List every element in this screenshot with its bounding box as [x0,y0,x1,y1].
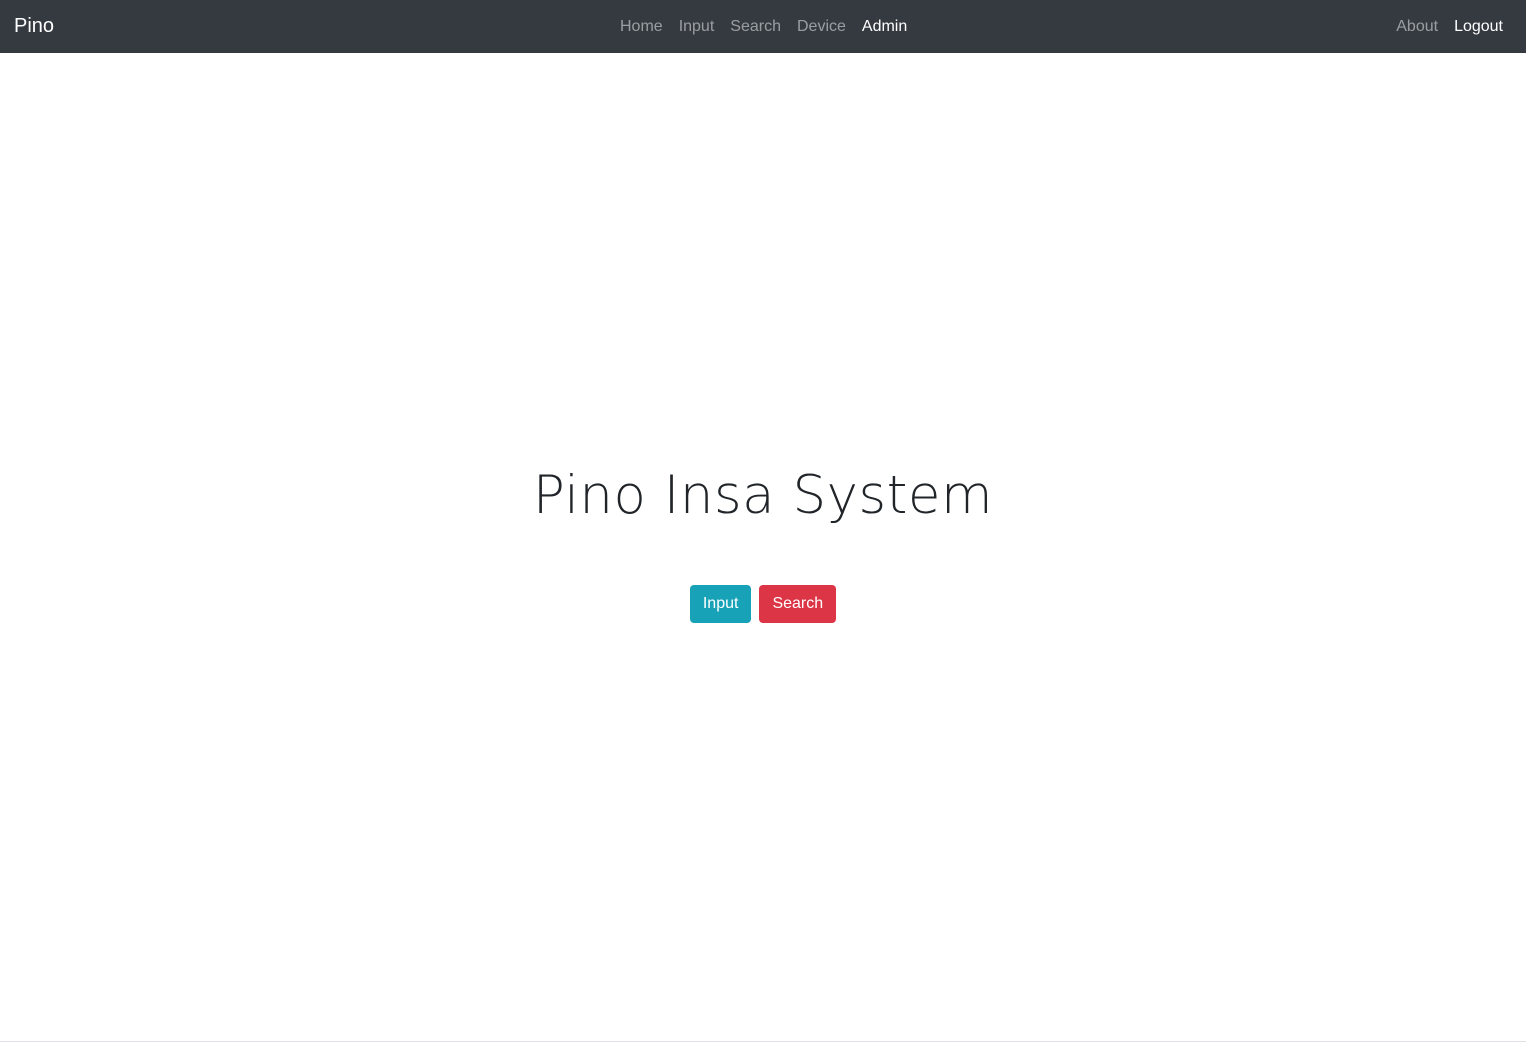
input-button[interactable]: Input [689,585,752,623]
nav-about-link[interactable]: About [1388,15,1446,39]
nav-search-link[interactable]: Search [722,15,789,39]
nav-home-link[interactable]: Home [612,15,671,39]
nav-right-menu: About Logout [1388,0,1511,53]
brand-link[interactable]: Pino [14,13,54,39]
nav-input-link[interactable]: Input [671,15,723,39]
nav-admin-link[interactable]: Admin [854,15,915,39]
top-navbar: Pino Home Input Search Device Admin Abou… [0,0,1526,53]
search-button[interactable]: Search [759,585,837,623]
nav-device-link[interactable]: Device [789,15,854,39]
hero-button-group: Input Search [0,585,1526,623]
bottom-divider [0,1041,1526,1042]
page-title: Pino Insa System [532,465,994,526]
nav-logout-link[interactable]: Logout [1446,15,1511,39]
nav-center-menu: Home Input Search Device Admin [612,0,915,53]
